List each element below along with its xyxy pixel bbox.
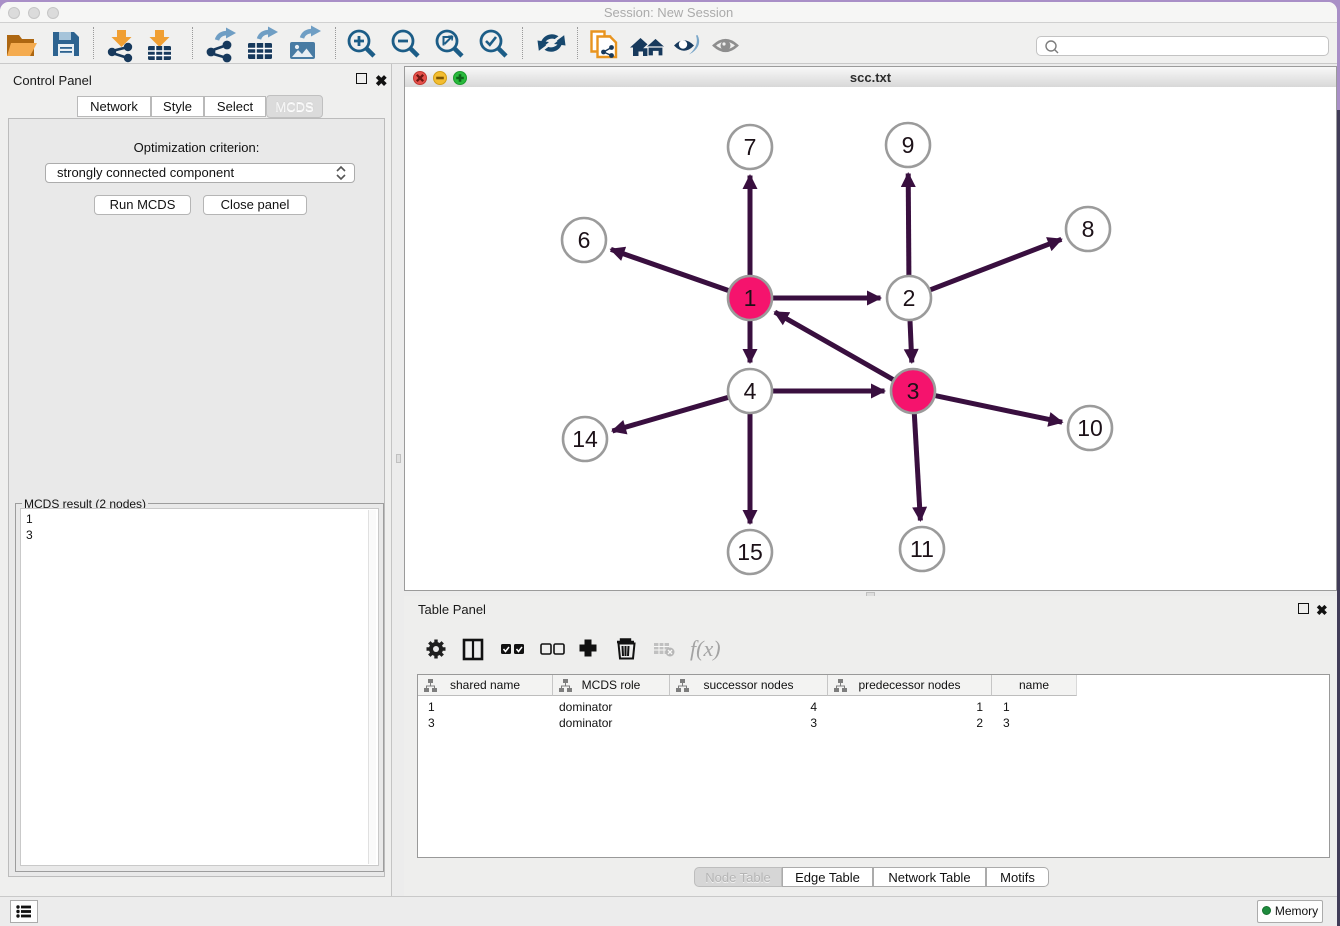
svg-text:1: 1 xyxy=(744,285,757,311)
svg-text:9: 9 xyxy=(902,132,915,158)
svg-text:11: 11 xyxy=(910,536,934,562)
svg-text:6: 6 xyxy=(578,227,591,253)
svg-text:14: 14 xyxy=(572,426,598,452)
svg-text:2: 2 xyxy=(903,285,916,311)
svg-text:8: 8 xyxy=(1082,216,1095,242)
svg-text:10: 10 xyxy=(1077,415,1103,441)
svg-text:7: 7 xyxy=(744,134,757,160)
svg-text:4: 4 xyxy=(744,378,757,404)
svg-text:15: 15 xyxy=(737,539,763,565)
svg-text:3: 3 xyxy=(907,378,920,404)
svg-text:f(x): f(x) xyxy=(690,636,721,661)
